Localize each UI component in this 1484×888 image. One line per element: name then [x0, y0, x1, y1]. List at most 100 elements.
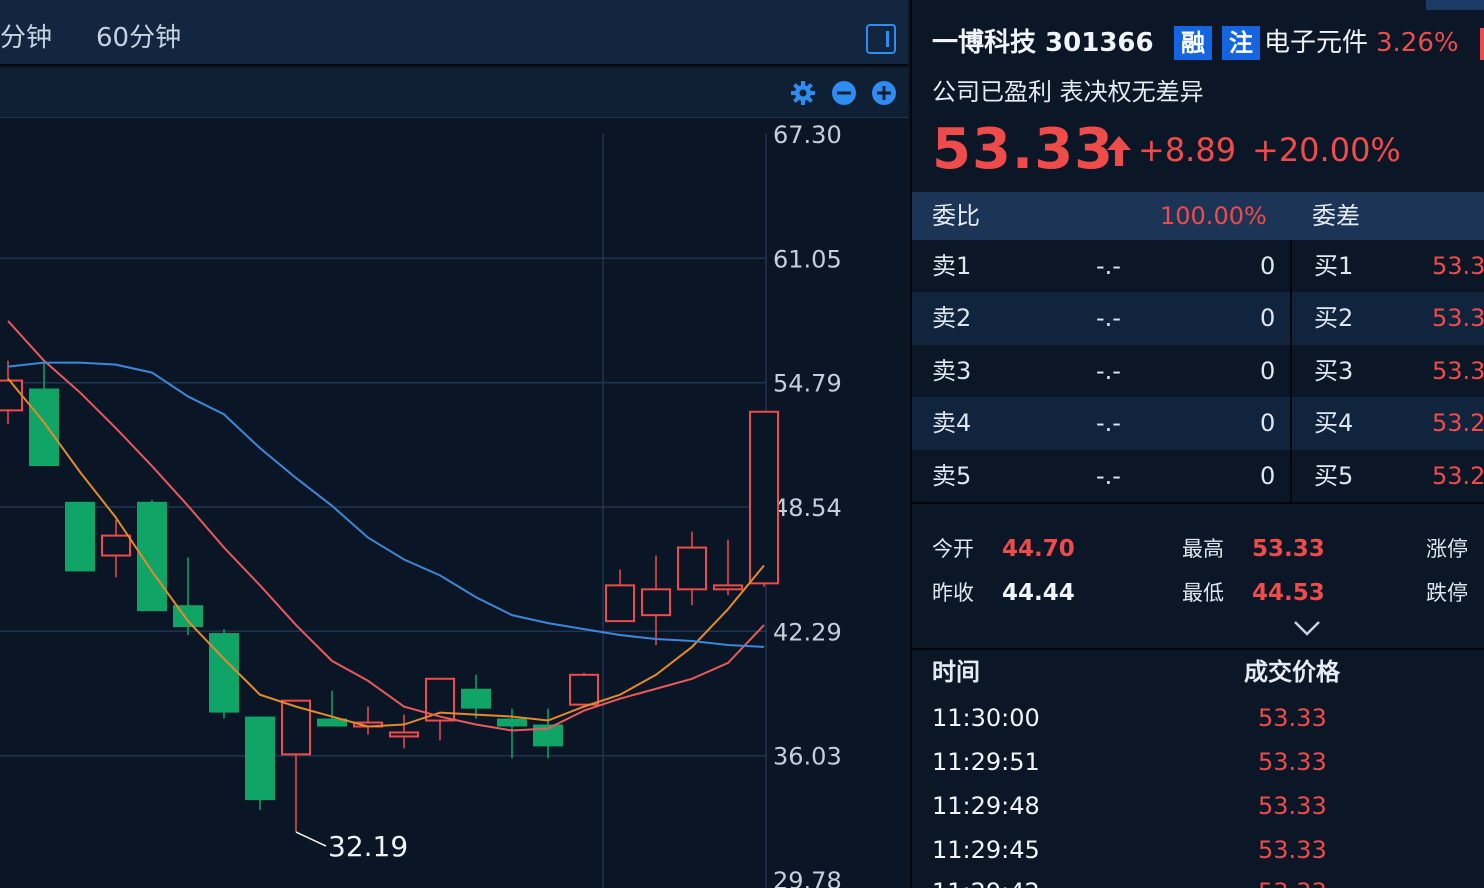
- ratio-label: 委比: [932, 202, 980, 230]
- price-axis-label: 54.79: [773, 370, 842, 398]
- trade-price: 53.33: [1258, 704, 1327, 732]
- sell-label: 卖3: [932, 356, 972, 385]
- chevron-down-icon[interactable]: [1292, 618, 1322, 638]
- trade-price: 53.33: [1258, 876, 1327, 888]
- prev-close-value: 44.44: [1002, 580, 1075, 606]
- low-label: 最低: [1182, 581, 1224, 605]
- trade-time: 11:29:51: [932, 748, 1040, 776]
- candle-body: [389, 731, 419, 738]
- sell-price: -.-: [1096, 304, 1121, 333]
- candle-body: [173, 605, 203, 628]
- company-notes: 公司已盈利 表决权无差异: [932, 78, 1204, 106]
- industry-change: 3.26%: [1376, 28, 1459, 58]
- candlestick-chart[interactable]: 67.30 61.05 54.79 48.54 42.29 36.03 29.78 32.19: [0, 118, 908, 888]
- candle-body: [641, 588, 671, 617]
- buy-label: 买5: [1314, 461, 1354, 490]
- low-value: 44.53: [1252, 580, 1325, 606]
- panel-toggle-icon[interactable]: [866, 24, 896, 54]
- candle-body: [209, 633, 239, 713]
- price-axis-label: 67.30: [773, 121, 842, 149]
- tab-60-minute[interactable]: 60分钟: [96, 20, 181, 56]
- stock-name: 一博科技 301366: [932, 28, 1154, 58]
- diff-label: 委差: [1312, 202, 1360, 230]
- candle-body: [749, 410, 779, 585]
- price-axis-label: 36.03: [773, 743, 842, 771]
- order-book-header: 委比 100.00% 委差: [912, 192, 1484, 240]
- candle-body: [245, 716, 275, 801]
- trade-time: 11:29:48: [932, 792, 1040, 820]
- minus-circle-icon[interactable]: [831, 80, 857, 106]
- order-book-divider: [1290, 240, 1292, 502]
- order-book-bottom-border: [912, 502, 1484, 504]
- tab-minute-partial[interactable]: 分钟: [0, 20, 52, 56]
- sell-volume: 0: [1260, 304, 1276, 333]
- candle-body: [497, 718, 527, 727]
- price-axis-label: 29.78: [773, 867, 842, 888]
- chart-toolbar: [0, 68, 908, 118]
- trades-separator: [912, 648, 1484, 650]
- candle-body: [461, 688, 491, 709]
- sell-volume: 0: [1260, 409, 1276, 438]
- buy-label: 买2: [1314, 304, 1354, 333]
- industry-name[interactable]: 电子元件: [1264, 26, 1368, 60]
- buy-price: 53.2: [1432, 461, 1484, 490]
- gear-icon[interactable]: [790, 80, 816, 106]
- price-axis-label: 42.29: [773, 618, 842, 646]
- sell-price: -.-: [1096, 252, 1121, 280]
- sell-price: -.-: [1096, 356, 1121, 385]
- plus-circle-icon[interactable]: [871, 80, 897, 106]
- open-label: 今开: [932, 537, 974, 561]
- quote-panel: 一博科技 301366 融 注 电子元件 3.26% 公司已盈利 表决权无差异 …: [910, 0, 1484, 888]
- registration-tag: 注: [1222, 26, 1260, 60]
- candle-body: [101, 534, 131, 557]
- buy-price: 53.3: [1432, 252, 1484, 280]
- buy-label: 买1: [1314, 252, 1354, 280]
- trade-time: 11:29:45: [932, 836, 1040, 864]
- candle-body: [29, 388, 59, 467]
- trade-time: 11:30:00: [932, 704, 1040, 732]
- order-book-row[interactable]: 卖3 -.- 0 买3 53.3: [912, 345, 1484, 397]
- sell-price: -.-: [1096, 409, 1121, 438]
- price-axis-label: 61.05: [773, 245, 842, 273]
- order-book-row[interactable]: 卖1 -.- 0 买1 53.3: [912, 240, 1484, 292]
- limit-up-label: 涨停: [1426, 537, 1468, 561]
- sell-label: 卖1: [932, 252, 972, 280]
- low-marker-line: [295, 831, 327, 847]
- high-value: 53.33: [1252, 536, 1325, 562]
- order-book-row[interactable]: 卖4 -.- 0 买4 53.2: [912, 397, 1484, 450]
- sell-volume: 0: [1260, 252, 1276, 280]
- sell-label: 卖5: [932, 461, 972, 490]
- price-change-pct: +20.00%: [1252, 131, 1401, 169]
- price-column-header: 成交价格: [1244, 658, 1340, 686]
- prev-close-label: 昨收: [932, 581, 974, 605]
- chart-period-tabbar: 分钟 60分钟: [0, 0, 908, 66]
- price-axis-label: 48.54: [773, 494, 842, 522]
- candle-body: [713, 584, 743, 591]
- trade-price: 53.33: [1258, 748, 1327, 776]
- trade-price: 53.33: [1258, 836, 1327, 864]
- up-arrow-icon: [1107, 136, 1131, 166]
- order-book-row[interactable]: 卖2 -.- 0 买2 53.3: [912, 292, 1484, 345]
- buy-price: 53.3: [1432, 304, 1484, 333]
- limit-down-label: 跌停: [1426, 581, 1468, 605]
- candle-body: [65, 501, 95, 572]
- trade-time: 11:29:42: [932, 876, 1040, 888]
- order-book: 卖1 -.- 0 买1 53.3 卖2 -.- 0 买2 53.3 卖3 -.-…: [912, 240, 1484, 502]
- panel-edge-marker: [1480, 28, 1484, 60]
- chart-canvas: 67.30 61.05 54.79 48.54 42.29 36.03 29.78 32.19: [0, 121, 842, 888]
- time-column-header: 时间: [932, 658, 980, 686]
- panel-top-strip: [912, 0, 1484, 10]
- open-value: 44.70: [1002, 536, 1075, 562]
- sell-volume: 0: [1260, 356, 1276, 385]
- last-price: 53.33: [932, 117, 1115, 182]
- candle-body: [677, 546, 707, 591]
- buy-price: 53.2: [1432, 409, 1484, 438]
- sell-volume: 0: [1260, 461, 1276, 490]
- sell-label: 卖2: [932, 304, 972, 333]
- order-book-row[interactable]: 卖5 -.- 0 买5 53.2: [912, 450, 1484, 502]
- low-marker-label: 32.19: [328, 830, 408, 863]
- sell-price: -.-: [1096, 461, 1121, 490]
- sell-label: 卖4: [932, 409, 972, 438]
- buy-label: 买3: [1314, 356, 1354, 385]
- high-label: 最高: [1182, 537, 1224, 561]
